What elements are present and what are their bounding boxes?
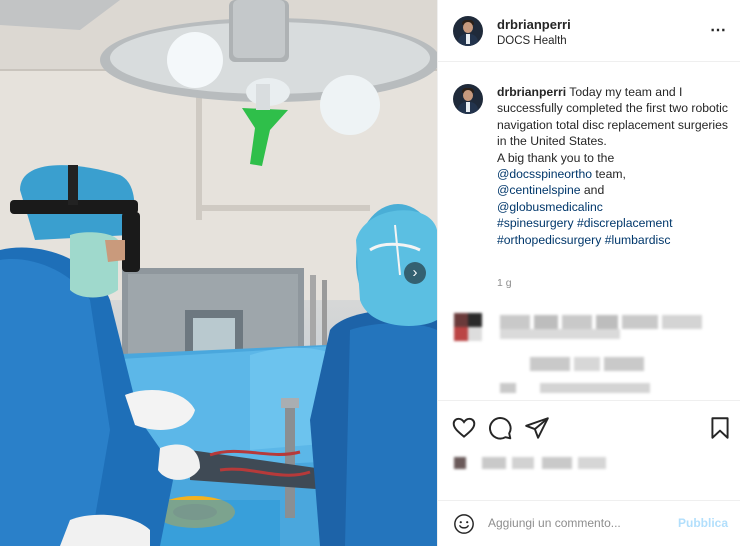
mention-link[interactable]: @docsspineortho xyxy=(497,167,592,181)
post-side-panel: drbrianperri DOCS Health ⋯ drbrianperri … xyxy=(437,0,740,546)
caption-avatar[interactable] xyxy=(453,84,483,114)
mention-link[interactable]: @globusmedicalinc xyxy=(497,199,733,215)
caption-username[interactable]: drbrianperri xyxy=(497,85,566,99)
surgery-scene-illustration xyxy=(0,0,437,546)
more-options-icon[interactable]: ⋯ xyxy=(710,20,727,40)
caption-mention-line-1: @docsspineortho team, xyxy=(497,166,733,182)
send-icon[interactable] xyxy=(524,415,550,441)
caption-text: drbrianperri Today my team and I success… xyxy=(497,84,733,248)
post-location[interactable]: DOCS Health xyxy=(497,35,567,47)
caption-thanks: A big thank you to the xyxy=(497,150,615,165)
caption-connector: team, xyxy=(592,167,626,182)
post-actions xyxy=(438,400,740,470)
mention-link[interactable]: @centinelspine xyxy=(497,183,581,197)
bookmark-icon[interactable] xyxy=(707,415,733,441)
caption-connector: and xyxy=(580,183,605,198)
caption-mention-line-2: @centinelspine and xyxy=(497,182,733,198)
publish-button[interactable]: Pubblica xyxy=(678,516,728,530)
comment-icon[interactable] xyxy=(487,415,513,441)
post-age: 1 g xyxy=(497,277,512,289)
add-comment-bar: Aggiungi un commento... Pubblica xyxy=(438,500,740,546)
post-header: drbrianperri DOCS Health ⋯ xyxy=(438,0,740,62)
avatar[interactable] xyxy=(453,16,483,46)
chevron-right-icon[interactable]: › xyxy=(404,262,426,284)
comment-input[interactable]: Aggiungi un commento... xyxy=(488,516,668,530)
hashtag-line[interactable]: #spinesurgery #discreplacement xyxy=(497,215,733,231)
emoji-icon[interactable] xyxy=(453,513,475,535)
post-photo[interactable]: › xyxy=(0,0,437,546)
blurred-likes xyxy=(454,457,654,473)
blurred-comments xyxy=(454,313,734,393)
hashtag-line[interactable]: #orthopedicsurgery #lumbardisc xyxy=(497,232,733,248)
author-username[interactable]: drbrianperri xyxy=(497,17,571,32)
heart-icon[interactable] xyxy=(451,415,477,441)
